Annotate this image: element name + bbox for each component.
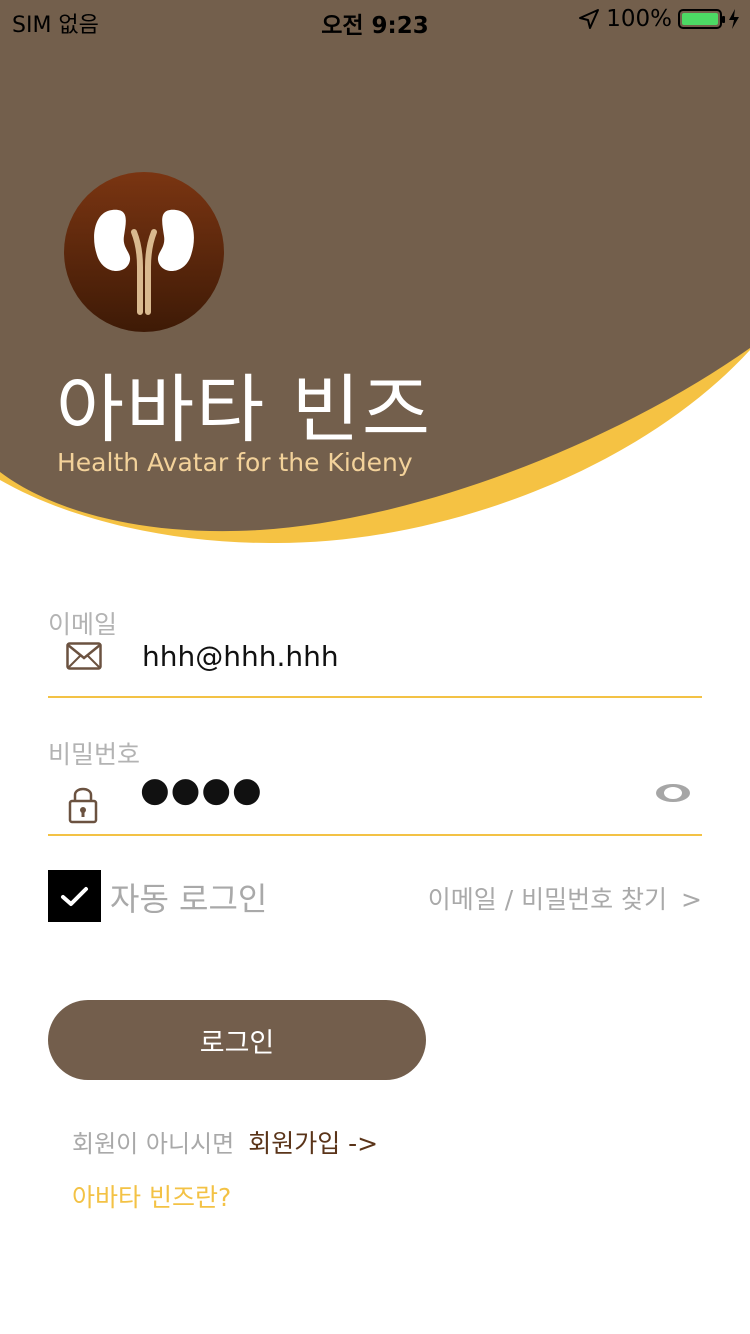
chevron-right-icon: > (681, 885, 702, 914)
app-title: 아바타 빈즈 (56, 367, 432, 453)
battery-percent: 100% (606, 6, 672, 32)
app-subtitle: Health Avatar for the Kideny (57, 448, 413, 477)
email-input[interactable]: hhh@hhh.hhh (142, 640, 339, 673)
check-icon (61, 887, 88, 906)
about-link[interactable]: 아바타 빈즈란? (72, 1178, 231, 1214)
envelope-icon (66, 642, 102, 670)
password-field[interactable]: ●●●● (48, 766, 702, 836)
auto-login-checkbox[interactable] (48, 870, 101, 922)
lock-icon (68, 787, 98, 824)
find-account-text: 이메일 / 비밀번호 찾기 (427, 885, 668, 914)
eye-icon[interactable] (654, 782, 692, 804)
password-input[interactable]: ●●●● (140, 770, 263, 810)
battery-icon (678, 9, 725, 29)
login-button[interactable]: 로그인 (48, 1000, 426, 1080)
signup-row: 회원이 아니시면 회원가입 -> (72, 1124, 378, 1160)
kidney-logo (64, 172, 224, 332)
status-bar: SIM 없음 오전 9:23 100% (0, 0, 750, 40)
email-field[interactable]: hhh@hhh.hhh (48, 628, 702, 698)
location-arrow-icon (579, 9, 600, 29)
status-right: 100% (578, 6, 740, 32)
signup-link[interactable]: 회원가입 -> (248, 1129, 378, 1158)
charging-bolt-icon (729, 9, 739, 29)
auto-login-label[interactable]: 자동 로그인 (110, 874, 267, 920)
signup-question: 회원이 아니시면 (72, 1130, 235, 1158)
find-account-link[interactable]: 이메일 / 비밀번호 찾기 > (428, 880, 702, 916)
